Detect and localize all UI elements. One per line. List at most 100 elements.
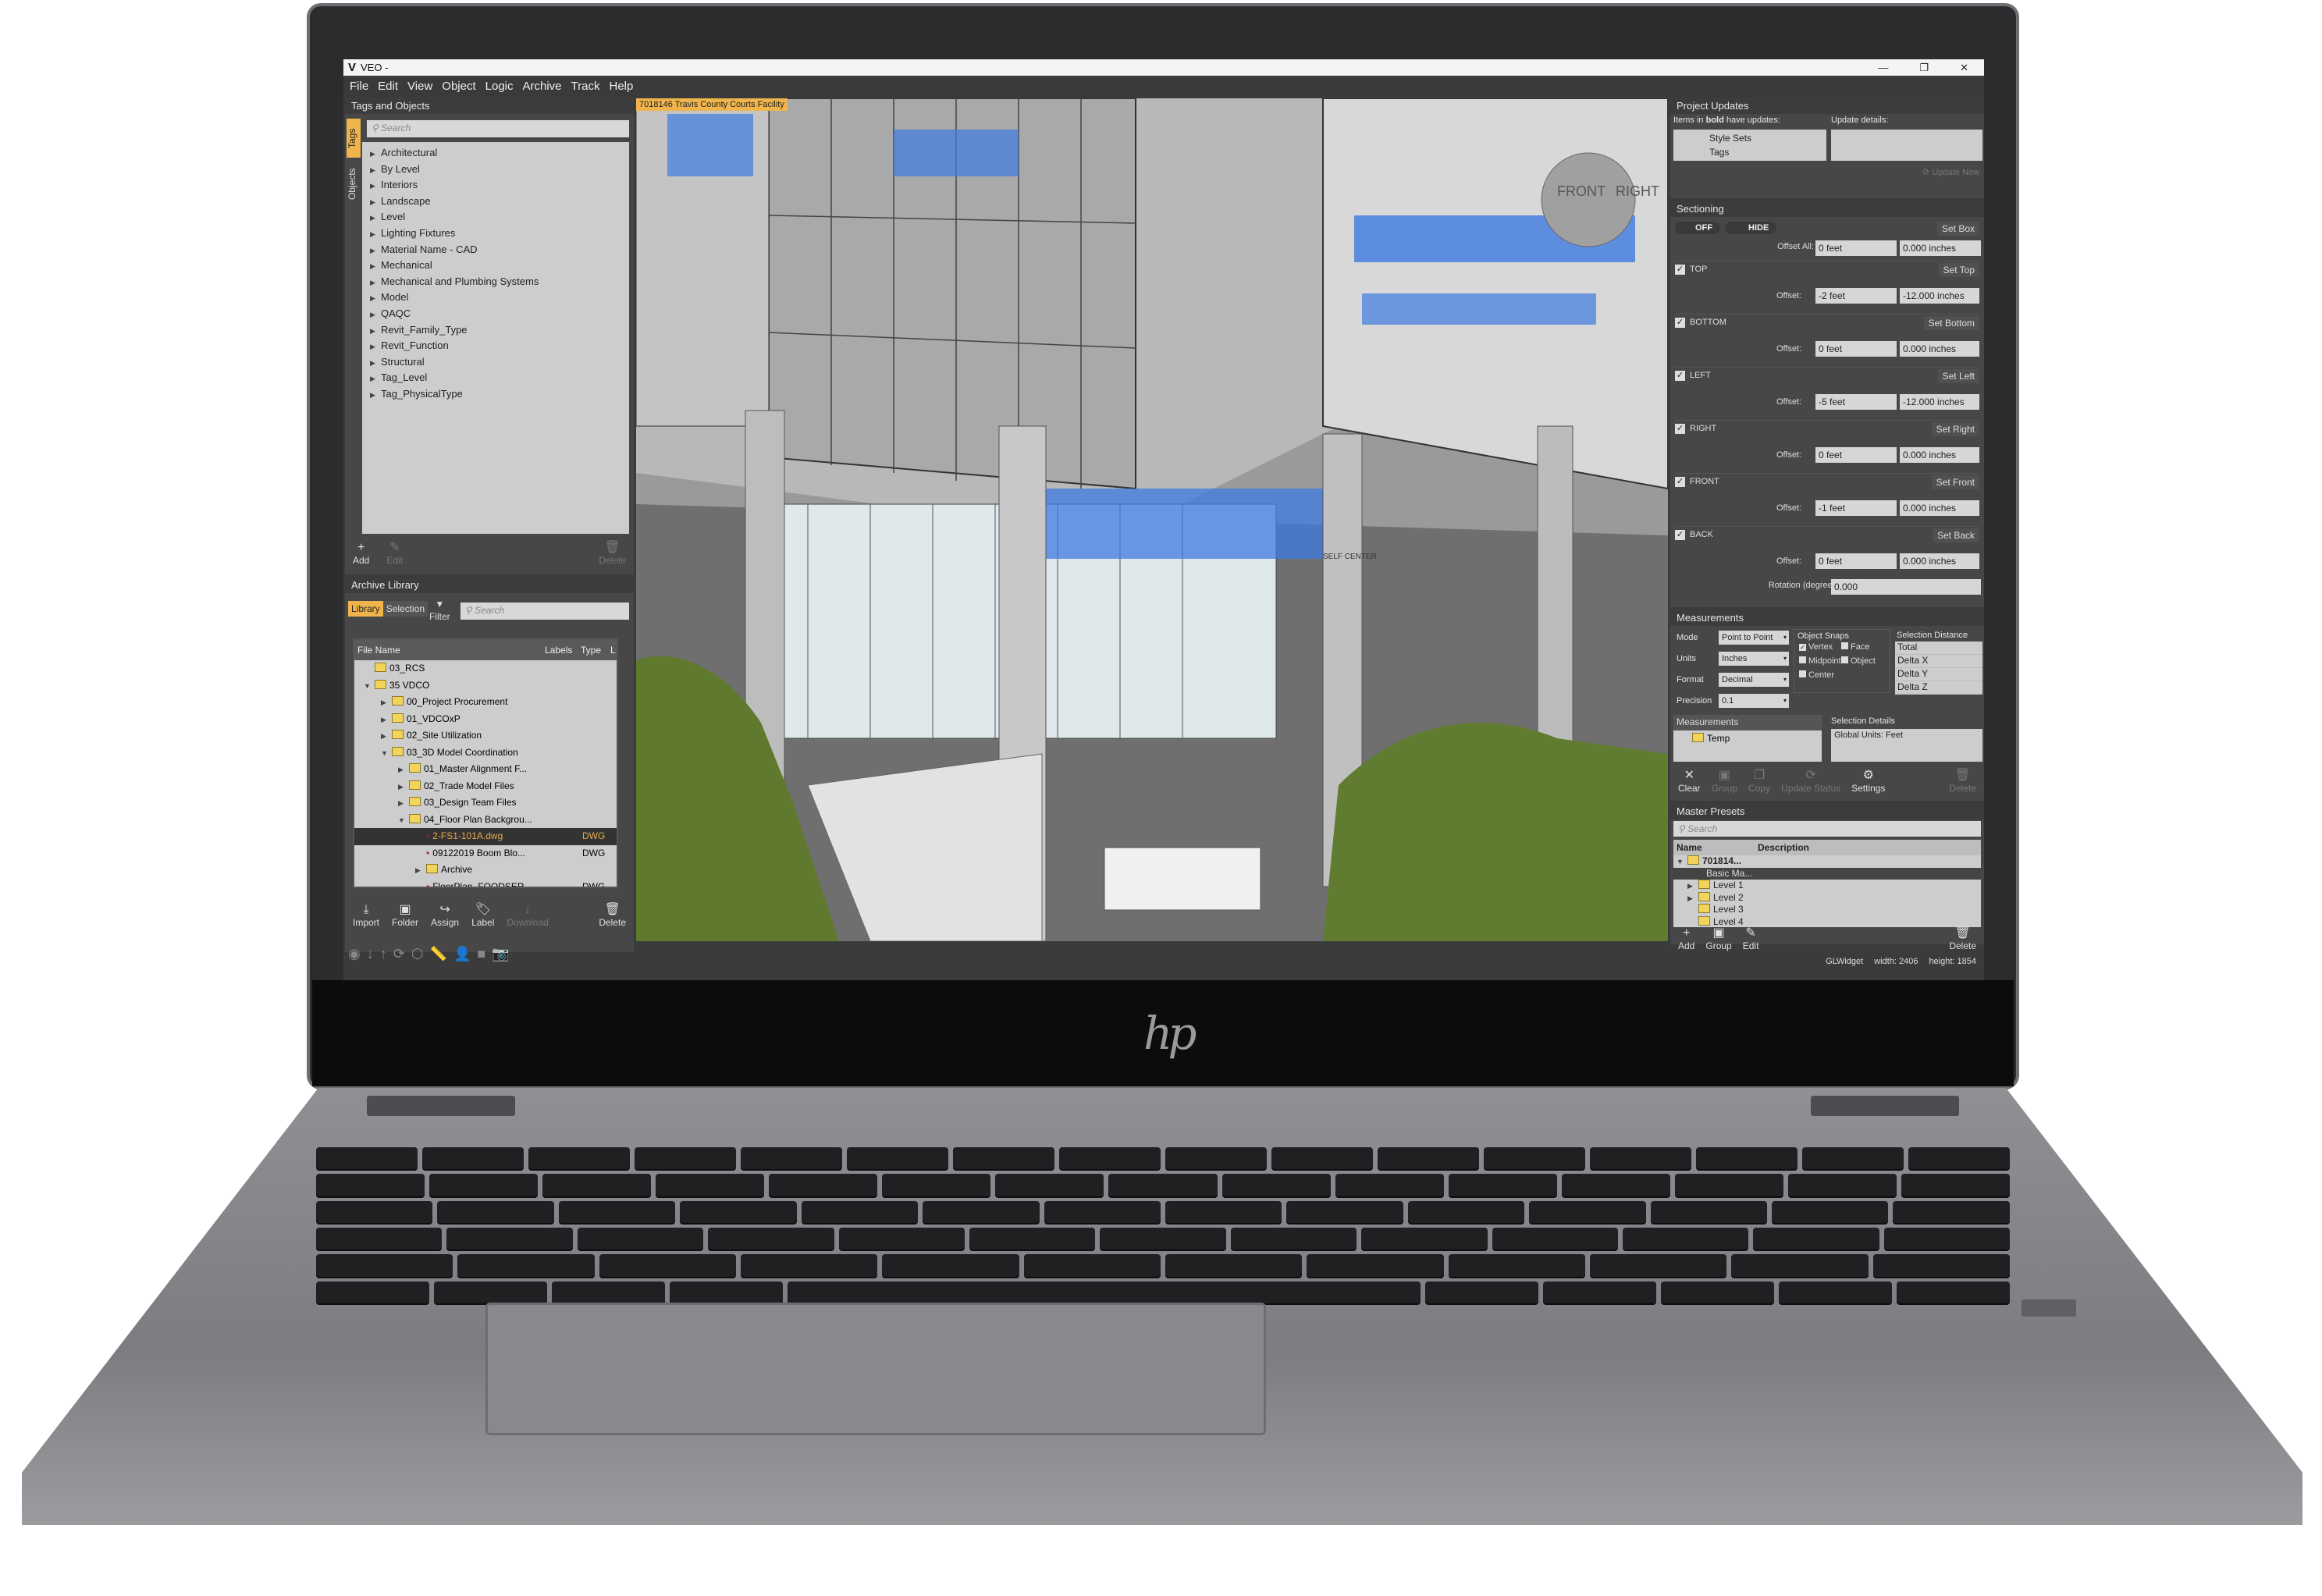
offset-feet-input[interactable]: 0 feet [1815,553,1897,569]
tag-item[interactable]: ▶ Mechanical and Plumbing Systems [362,274,629,290]
edit-tag-button[interactable]: ✎ Edit [386,542,403,567]
tag-item[interactable]: ▶ Level [362,209,629,226]
ruler-icon[interactable]: 📏 [430,946,453,962]
tag-item[interactable]: ▶ Revit_Function [362,338,629,354]
archive-search-input[interactable]: ⚲ Search [460,602,629,620]
col-extra[interactable]: L [610,640,616,660]
broadcast-icon[interactable]: ◉ [348,946,367,962]
expand-arrow-icon[interactable]: ▶ [1687,893,1698,905]
off-toggle[interactable]: OFF [1675,222,1720,234]
copy-button[interactable]: ❐ Copy [1748,770,1770,794]
col-name[interactable]: Name [1673,840,1758,855]
expand-arrow-icon[interactable]: ▶ [370,194,381,211]
delete-button[interactable]: 🗑 Delete [1949,927,1976,952]
expand-arrow-icon[interactable]: ▶ [370,210,381,226]
expand-arrow-icon[interactable]: ▶ [370,226,381,243]
expand-arrow-icon[interactable]: ▶ [370,275,381,291]
add-button[interactable]: + Add [1678,927,1694,952]
section-checkbox[interactable]: ✓ TOP [1675,265,1707,275]
offset-feet-input[interactable]: 0 feet [1815,341,1897,357]
user-icon[interactable]: 👤 [453,946,477,962]
minimize-button[interactable]: — [1878,59,1888,76]
tab-objects[interactable]: Objects [347,161,361,208]
offset-feet-input[interactable]: -2 feet [1815,288,1897,304]
col-labels[interactable]: Labels [545,640,581,660]
menu-archive[interactable]: Archive [523,80,562,93]
camera-icon[interactable]: 📷 [492,946,515,962]
table-row[interactable]: ▶ 03_Design Team Files [354,794,617,812]
menu-logic[interactable]: Logic [485,80,514,93]
set-right-button[interactable]: Set Right [1931,422,1979,436]
expand-arrow-icon[interactable]: ▼ [1677,856,1687,869]
table-row[interactable]: ▼ 04_Floor Plan Backgrou... [354,812,617,829]
set-box-button[interactable]: Set Box [1936,222,1979,236]
table-row[interactable]: ▶ 02_Trade Model Files [354,778,617,795]
table-row[interactable]: • 2-FS1-101A.dwg DWG [354,828,617,845]
tag-item[interactable]: ▶ Architectural [362,145,629,162]
snap-object[interactable]: Object [1841,656,1883,666]
expand-arrow-icon[interactable]: ▶ [381,728,392,745]
clear-button[interactable]: ✕ Clear [1678,770,1701,794]
expand-arrow-icon[interactable]: ▶ [398,762,409,779]
col-type[interactable]: Type [581,640,610,660]
folder-button[interactable]: ▣ Folder [392,904,418,929]
assign-button[interactable]: ↪ Assign [431,904,459,929]
expand-arrow-icon[interactable]: ▶ [370,307,381,323]
expand-arrow-icon[interactable]: ▼ [381,745,392,762]
mode-select[interactable]: Point to Point ▾ [1719,631,1789,645]
tag-item[interactable]: ▶ Tag_Level [362,370,629,386]
table-row[interactable]: • 09122019 Boom Blo... DWG [354,845,617,862]
delete-button[interactable]: 🗑 Delete [599,904,626,929]
update-status-button[interactable]: ⟳ Update Status [1781,770,1840,794]
close-button[interactable]: ✕ [1960,59,1968,76]
table-row[interactable]: ▶ Archive [354,862,617,879]
expand-arrow-icon[interactable]: ▶ [381,695,392,712]
snap-face[interactable]: Face [1841,642,1883,652]
section-checkbox[interactable]: ✓ RIGHT [1675,424,1716,434]
arrow-up-icon[interactable]: ↑ [380,946,393,962]
offset-inches-input[interactable]: -12.000 inches [1900,288,1979,304]
box-icon[interactable]: ■ [477,946,492,962]
expand-arrow-icon[interactable]: ▶ [370,243,381,259]
set-back-button[interactable]: Set Back [1932,528,1979,542]
tag-item[interactable]: ▶ Landscape [362,194,629,210]
offset-feet-input[interactable]: -5 feet [1815,394,1897,410]
tag-item[interactable]: ▶ Lighting Fixtures [362,226,629,242]
set-front-button[interactable]: Set Front [1931,475,1979,489]
offset-inches-input[interactable]: -12.000 inches [1900,394,1979,410]
offset-all-inches-input[interactable]: 0.000 inches [1900,240,1981,256]
col-description[interactable]: Description [1758,840,1809,855]
expand-arrow-icon[interactable]: ▶ [370,371,381,387]
expand-arrow-icon[interactable]: ▼ [364,678,375,695]
format-select[interactable]: Decimal ▾ [1719,673,1789,687]
expand-arrow-icon[interactable]: ▶ [370,162,381,179]
group-button[interactable]: ▣ Group [1712,770,1737,794]
import-button[interactable]: ⤓ Import [353,904,379,929]
viewcube-right[interactable]: RIGHT [1616,183,1659,199]
tab-tags[interactable]: Tags [347,119,361,158]
menu-view[interactable]: View [407,80,432,93]
viewcube-front[interactable]: FRONT [1557,183,1605,199]
units-select[interactable]: Inches ▾ [1719,652,1789,666]
preset-row[interactable]: ▼ 701814... [1673,855,1981,868]
menu-track[interactable]: Track [571,80,600,93]
tag-item[interactable]: ▶ Structural [362,354,629,371]
list-item[interactable]: Temp [1673,730,1822,747]
offset-inches-input[interactable]: 0.000 inches [1900,553,1979,569]
expand-arrow-icon[interactable]: ▼ [398,812,409,830]
3d-viewport[interactable]: FRONT RIGHT SELF CENTER 7018146 Travis C… [636,98,1668,941]
table-row[interactable]: ▶ 01_VDCOxP [354,711,617,728]
table-row[interactable]: 03_RCS [354,660,617,677]
delete-tag-button[interactable]: 🗑 Delete [599,542,626,567]
add-tag-button[interactable]: + Add [353,542,369,567]
expand-arrow-icon[interactable]: ▶ [415,862,426,880]
tab-library[interactable]: Library [348,601,383,617]
rotation-input[interactable]: 0.000 [1831,579,1981,595]
maximize-button[interactable]: ❐ [1919,59,1929,76]
offset-inches-input[interactable]: 0.000 inches [1900,447,1979,463]
expand-arrow-icon[interactable]: ▶ [370,387,381,403]
section-checkbox[interactable]: ✓ LEFT [1675,371,1711,381]
tag-item[interactable]: ▶ Material Name - CAD [362,242,629,258]
tag-item[interactable]: ▶ Revit_Family_Type [362,322,629,339]
settings-button[interactable]: ⚙ Settings [1851,770,1885,794]
